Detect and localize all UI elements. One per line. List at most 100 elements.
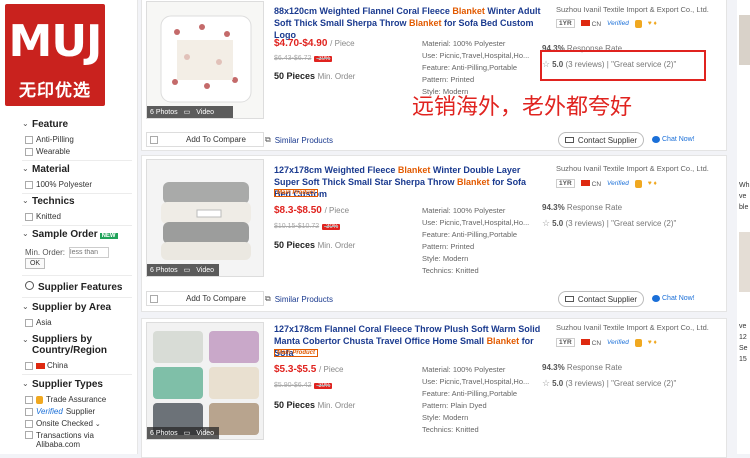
video-icon: ▭: [183, 267, 191, 274]
country-badge: CN: [580, 338, 601, 347]
supplier-rating: ☆ 5.0 (3 reviews) | "Great service (2)": [542, 218, 677, 228]
checkbox[interactable]: [150, 135, 158, 144]
rating-icons: ♥ ♦: [647, 20, 657, 27]
supplier-badges: 1YR CN Verified ♥ ♦: [556, 179, 657, 188]
supplier-name[interactable]: Suzhou Ivanil Textile Import & Export Co…: [556, 164, 709, 173]
product-price: $5.3-$5.5 / Piece: [274, 364, 344, 375]
checkbox[interactable]: [25, 318, 33, 327]
divider: [22, 225, 132, 226]
divider: [22, 275, 132, 276]
media-bar: 6 Photos ▭ Video: [147, 106, 233, 118]
chat-icon: [652, 136, 660, 143]
filter-material-header[interactable]: ⌄ Material: [22, 164, 70, 175]
min-order-ok-button[interactable]: OK: [25, 258, 45, 269]
rating-icons: ♥ ♦: [647, 339, 657, 346]
checkbox[interactable]: [25, 180, 33, 189]
similar-products-link[interactable]: ⧉ Similar Products: [265, 294, 333, 304]
cropped-text: Wh: [739, 182, 750, 189]
cropped-text: 12: [739, 334, 747, 341]
divider: [22, 193, 132, 194]
supplier-area-header[interactable]: ⌄ Supplier by Area: [22, 302, 111, 313]
highlight-box: [540, 50, 706, 81]
star-icon: ☆: [542, 378, 551, 388]
years-badge: 1YR: [556, 338, 575, 347]
product-attributes: Material: 100% Polyester Use: Picnic,Trav…: [422, 365, 530, 434]
checkbox[interactable]: [25, 135, 33, 144]
cropped-text: ve: [739, 323, 747, 330]
contact-supplier-button[interactable]: Contact Supplier: [558, 132, 644, 148]
brand-logo-text: MUJ: [8, 16, 103, 67]
chevron-down-icon: ⌄: [22, 379, 29, 388]
supplier-badges: 1YR CN Verified ♥ ♦: [556, 338, 657, 347]
add-to-compare-button[interactable]: Add To Compare: [146, 132, 264, 147]
product-title[interactable]: 88x120cm Weighted Flannel Coral Fleece B…: [274, 5, 542, 41]
video-icon: ▭: [183, 430, 191, 437]
chevron-down-icon: ⌄: [22, 196, 29, 205]
filter-technics-header[interactable]: ⌄ Technics: [22, 196, 75, 207]
chat-now-link[interactable]: Chat Now!: [652, 136, 695, 143]
chevron-down-icon: ⌄: [22, 302, 29, 311]
filter-option-wearable[interactable]: Wearable: [25, 147, 70, 156]
checkbox[interactable]: [25, 431, 33, 439]
filter-sample-order-header[interactable]: ⌄ Sample Order NEW: [22, 229, 118, 240]
media-bar: 6 Photos ▭ Video: [147, 427, 219, 439]
filter-option-onsite-checked[interactable]: Onsite Checked ⌄: [25, 419, 101, 428]
filter-option-trade-assurance[interactable]: Trade Assurance: [25, 395, 106, 404]
supplier-features-header[interactable]: Supplier Features: [25, 281, 122, 293]
product-price: $8.3-$8.50 / Piece: [274, 205, 350, 216]
cropped-image: [739, 15, 750, 65]
product-card: 6 Photos ▭ Video 127x178cm Weighted Fleece…: [141, 155, 727, 312]
contact-supplier-button[interactable]: Contact Supplier: [558, 291, 644, 307]
checkbox[interactable]: [25, 147, 33, 156]
chat-now-link[interactable]: Chat Now!: [652, 295, 695, 302]
filter-option-china[interactable]: China: [25, 361, 68, 370]
supplier-name[interactable]: Suzhou Ivanil Textile Import & Export Co…: [556, 323, 709, 332]
photo-count: 6 Photos: [150, 266, 178, 274]
checkbox[interactable]: [25, 361, 33, 370]
product-price: $4.70-$4.90 / Piece: [274, 38, 355, 49]
filter-option-knitted[interactable]: Knitted: [25, 212, 61, 221]
supplier-rating: ☆ 5.0 (3 reviews) | "Great service (2)": [542, 378, 677, 388]
supplier-name[interactable]: Suzhou Ivanil Textile Import & Export Co…: [556, 5, 709, 14]
min-order-input[interactable]: [69, 247, 110, 258]
filter-sidebar: MUJ 无印优选 ⌄ Feature Anti-Pilling Wearable …: [0, 0, 138, 454]
chevron-down-icon: ⌄: [22, 229, 29, 238]
china-flag-icon: [580, 19, 590, 26]
response-rate: 94.3% Response Rate: [542, 363, 623, 372]
supplier-types-header[interactable]: ⌄ Supplier Types: [22, 379, 103, 390]
filter-option-polyester[interactable]: 100% Polyester: [25, 180, 92, 189]
checkbox[interactable]: [25, 395, 33, 404]
original-price: $5.90-$6.42 -30%: [274, 382, 333, 389]
checkbox[interactable]: [25, 212, 33, 221]
filter-feature-header[interactable]: ⌄ Feature: [22, 119, 68, 130]
filter-option-anti-pilling[interactable]: Anti-Pilling: [25, 135, 74, 144]
video-label: Video: [196, 266, 215, 274]
photo-count: 6 Photos: [150, 429, 178, 437]
rating-icons: ♥ ♦: [647, 180, 657, 187]
filter-option-verified-supplier[interactable]: Verified Supplier: [25, 407, 95, 416]
supplier-country-header[interactable]: ⌄ Suppliers by Country/Region: [22, 334, 122, 356]
similar-products-link[interactable]: ⧉ Similar Products: [265, 135, 333, 145]
product-image[interactable]: 6 Photos ▭ Video: [146, 1, 264, 119]
checkbox[interactable]: [25, 407, 33, 416]
product-photo-white-sherpa: [147, 2, 263, 118]
min-order-filter: Min. Order:: [25, 247, 110, 258]
filter-option-transactions[interactable]: Transactions via Alibaba.com: [25, 431, 115, 449]
trade-assurance-icon: [634, 338, 642, 347]
checkbox[interactable]: [150, 294, 158, 303]
years-badge: 1YR: [556, 19, 575, 28]
new-badge: NEW: [99, 233, 118, 239]
checkbox[interactable]: [25, 419, 33, 428]
years-badge: 1YR: [556, 179, 575, 188]
add-to-compare-button[interactable]: Add To Compare: [146, 291, 264, 306]
right-column-cropped: Wh ve ble ve 12 Se 15: [737, 0, 750, 454]
min-order-quantity: 50 Pieces Min. Order: [274, 240, 356, 250]
product-image[interactable]: 6 Photos ▭ Video: [146, 159, 264, 277]
filter-option-asia[interactable]: Asia: [25, 318, 52, 327]
country-badge: CN: [580, 19, 601, 28]
product-image[interactable]: 6 Photos ▭ Video: [146, 322, 264, 440]
chevron-down-icon: ⌄: [94, 420, 101, 428]
cropped-text: Se: [739, 345, 748, 352]
cropped-text: ve: [739, 193, 747, 200]
chevron-down-icon: ⌄: [22, 164, 29, 173]
